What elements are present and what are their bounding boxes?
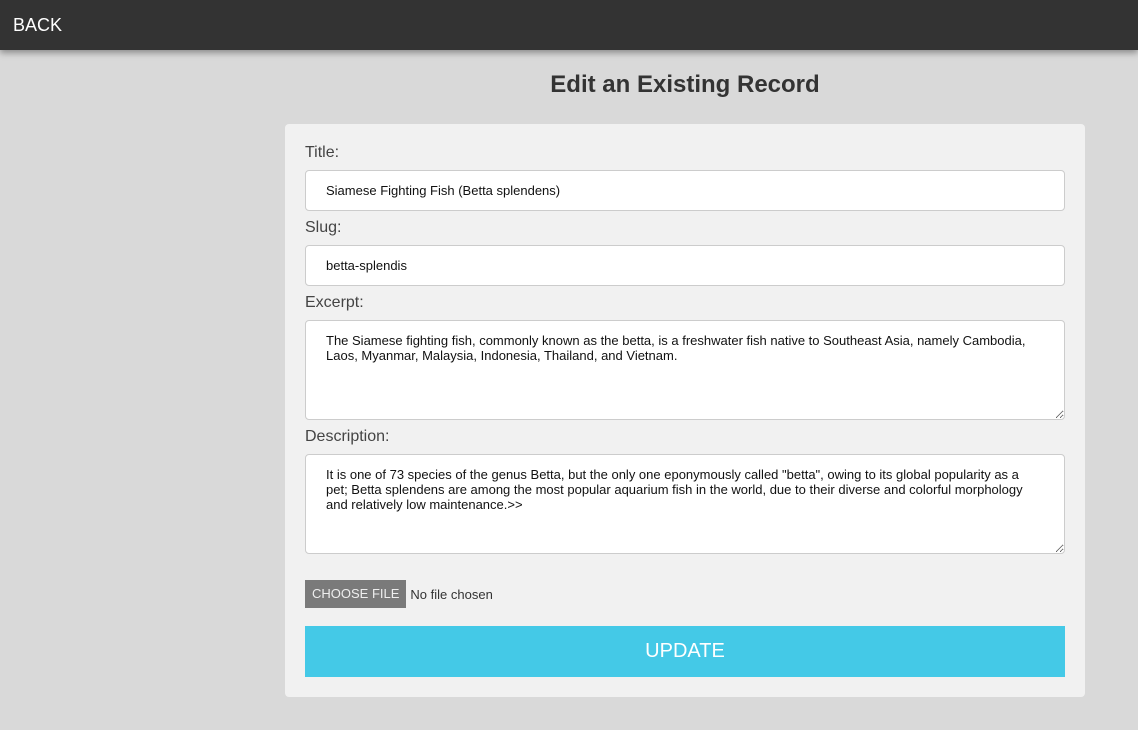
title-input[interactable]: [305, 170, 1065, 211]
choose-file-button[interactable]: CHOOSE FILE: [305, 580, 407, 608]
page-title: Edit an Existing Record: [550, 71, 820, 98]
back-link[interactable]: BACK: [13, 14, 62, 36]
slug-input[interactable]: [305, 245, 1065, 286]
edit-record-form: Title: Slug: Excerpt: The Siamese fighti…: [285, 124, 1085, 697]
description-textarea[interactable]: It is one of 73 species of the genus Bet…: [305, 454, 1065, 554]
slug-label: Slug:: [305, 219, 342, 236]
update-button[interactable]: UPDATE: [305, 626, 1065, 677]
file-status-text: No file chosen: [410, 586, 493, 602]
title-label: Title:: [305, 144, 340, 161]
description-label: Description:: [305, 428, 390, 445]
file-upload: CHOOSE FILE No file chosen: [305, 580, 493, 608]
excerpt-textarea[interactable]: The Siamese fighting fish, commonly know…: [305, 320, 1065, 420]
top-navigation-bar: BACK: [0, 0, 1138, 50]
excerpt-label: Excerpt:: [305, 294, 364, 311]
